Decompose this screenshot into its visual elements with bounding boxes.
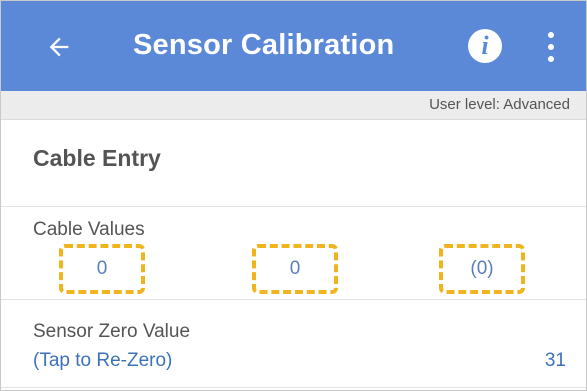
more-vertical-icon[interactable] bbox=[537, 29, 565, 65]
sensor-zero-value: 31 bbox=[544, 350, 566, 371]
user-level-text: User level: Advanced bbox=[429, 96, 570, 113]
info-icon: i bbox=[481, 31, 489, 60]
page-title: Sensor Calibration bbox=[133, 29, 395, 61]
cable-value-1[interactable]: 0 bbox=[59, 244, 145, 294]
sensor-zero-label: Sensor Zero Value bbox=[33, 321, 191, 342]
arrow-left-icon bbox=[49, 37, 69, 57]
user-level-bar: User level: Advanced bbox=[1, 91, 586, 120]
more-dot bbox=[548, 56, 554, 62]
more-dot bbox=[548, 32, 554, 38]
cable-values-label: Cable Values bbox=[33, 219, 145, 240]
app-screen: Sensor Calibration i User level: Advance… bbox=[0, 0, 587, 391]
back-button[interactable] bbox=[39, 27, 79, 67]
divider bbox=[1, 387, 586, 388]
cable-value-2[interactable]: 0 bbox=[252, 244, 338, 294]
app-bar: Sensor Calibration i bbox=[1, 1, 586, 91]
info-button[interactable]: i bbox=[468, 29, 502, 63]
divider bbox=[1, 299, 586, 300]
section-title: Cable Entry bbox=[33, 145, 161, 171]
divider bbox=[1, 206, 586, 207]
cable-value-3[interactable]: (0) bbox=[439, 244, 525, 294]
more-dot bbox=[548, 44, 554, 50]
re-zero-link[interactable]: (Tap to Re-Zero) bbox=[33, 350, 172, 372]
